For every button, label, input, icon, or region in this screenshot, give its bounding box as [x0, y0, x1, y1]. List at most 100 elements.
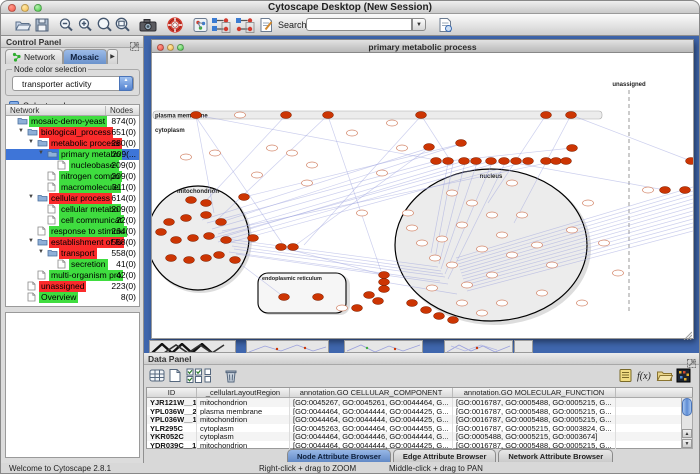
tab-network[interactable]: Network — [5, 49, 63, 64]
network-node[interactable] — [364, 292, 375, 299]
attribute-table-icon[interactable] — [149, 368, 166, 385]
network-node[interactable] — [459, 158, 470, 165]
network-node[interactable] — [166, 255, 177, 262]
network-node-unfilled[interactable] — [307, 162, 318, 168]
tree-item-response-to-stimulu[interactable]: response to stimulu264(0) — [6, 226, 139, 237]
disclosure-triangle-icon[interactable]: ▼ — [38, 249, 44, 255]
network-node[interactable] — [379, 279, 390, 286]
network-node[interactable] — [191, 112, 202, 119]
search-options-dropdown[interactable]: ▼ — [412, 18, 426, 31]
network-node-unfilled[interactable] — [567, 227, 578, 233]
network-node[interactable] — [279, 294, 290, 301]
network-node-unfilled[interactable] — [487, 272, 498, 278]
network-node-unfilled[interactable] — [210, 150, 221, 156]
network-node[interactable] — [541, 158, 552, 165]
network-node[interactable] — [434, 313, 445, 320]
tab-node-attribute-browser[interactable]: Node Attribute Browser — [287, 449, 391, 462]
col-cellular-component[interactable]: annotation.GO CELLULAR_COMPONENT — [290, 388, 453, 397]
disclosure-triangle-icon[interactable]: ▼ — [28, 194, 34, 200]
tree-item-multi-organism-pro[interactable]: multi-organism pro42(0) — [6, 270, 139, 281]
network-node-unfilled[interactable] — [613, 270, 624, 276]
network-canvas[interactable]: plasma membrane cytoplasm mitochondrion … — [152, 53, 693, 337]
minimized-window-fragment[interactable] — [444, 340, 513, 353]
minimized-window-fragment[interactable] — [344, 340, 423, 353]
network-edge[interactable] — [196, 115, 436, 160]
col-region[interactable]: _cellularLayoutRegion — [197, 388, 290, 397]
network-node-unfilled[interactable] — [577, 300, 588, 306]
tree-item-cell-communicat[interactable]: cell communicat22(0) — [6, 215, 139, 226]
tree-item-nitrogen-compo[interactable]: nitrogen compo209(0) — [6, 171, 139, 182]
tab-edge-attribute-browser[interactable]: Edge Attribute Browser — [393, 449, 496, 462]
network-node-unfilled[interactable] — [397, 145, 408, 151]
network-node-unfilled[interactable] — [477, 310, 488, 316]
attribute-dropdown[interactable]: transporter activity ▲▼ — [12, 76, 134, 91]
minimized-window-fragment[interactable] — [149, 340, 236, 353]
network-node[interactable] — [276, 244, 287, 251]
scrollbar-thumb[interactable] — [682, 398, 692, 416]
tree-item-secretion[interactable]: secretion41(0) — [6, 259, 139, 270]
tree-item-nucleobase-[interactable]: nucleobase-209(0) — [6, 160, 139, 171]
network-node[interactable] — [431, 158, 442, 165]
network-node[interactable] — [248, 235, 259, 242]
zoom-selected-icon[interactable] — [114, 17, 131, 33]
network-node-unfilled[interactable] — [427, 285, 438, 291]
network-node-unfilled[interactable] — [532, 242, 543, 248]
network-node-unfilled[interactable] — [437, 236, 448, 242]
network-node[interactable] — [164, 219, 175, 226]
network-node[interactable] — [660, 187, 671, 194]
select-attributes-icon[interactable] — [186, 368, 203, 385]
open-folder-icon[interactable] — [14, 17, 31, 33]
network-edge[interactable] — [328, 116, 382, 274]
network-node[interactable] — [680, 187, 691, 194]
scroll-up-button[interactable]: ▲ — [682, 429, 692, 438]
network-node[interactable] — [281, 112, 292, 119]
scroll-down-button[interactable]: ▼ — [682, 439, 692, 448]
disclosure-triangle-icon[interactable]: ▼ — [28, 139, 34, 145]
network-node-unfilled[interactable] — [507, 180, 518, 186]
network-node-unfilled[interactable] — [599, 240, 610, 246]
tree-item-primary-metabo[interactable]: ▼primary metabo209(... — [6, 149, 139, 160]
network-node[interactable] — [471, 158, 482, 165]
network-node[interactable] — [566, 112, 577, 119]
network-node[interactable] — [230, 257, 241, 264]
network-node-unfilled[interactable] — [487, 212, 498, 218]
attribute-batch-editor-icon[interactable] — [618, 368, 635, 385]
network-node-unfilled[interactable] — [287, 150, 298, 156]
minimized-window-fragment[interactable] — [514, 340, 533, 353]
tree-item-transport[interactable]: ▼transport558(0) — [6, 248, 139, 259]
network-node-unfilled[interactable] — [447, 262, 458, 268]
network-node-unfilled[interactable] — [417, 240, 428, 246]
network-node[interactable] — [523, 158, 534, 165]
network-node[interactable] — [486, 158, 497, 165]
import-attributes-folder-icon[interactable] — [656, 368, 673, 385]
table-row[interactable]: YJR121W__1mitochondrion[GO:0045267, GO:0… — [147, 398, 692, 407]
network-node[interactable] — [216, 219, 227, 226]
network-node[interactable] — [567, 145, 578, 152]
network-node[interactable] — [511, 158, 522, 165]
network-node-unfilled[interactable] — [467, 200, 478, 206]
network-overview-icon[interactable] — [193, 17, 210, 33]
network-node[interactable] — [221, 237, 232, 244]
network-node[interactable] — [204, 233, 215, 240]
col-id[interactable]: ID — [147, 388, 197, 397]
network-node[interactable] — [171, 237, 182, 244]
delete-attribute-trash-icon[interactable] — [224, 368, 241, 385]
network-node[interactable] — [499, 158, 510, 165]
table-row[interactable]: YLR295Ccytoplasm[GO:0045263, GO:0044464,… — [147, 424, 692, 433]
network-node-unfilled[interactable] — [181, 154, 192, 160]
network-node-unfilled[interactable] — [457, 300, 468, 306]
network-view-window[interactable]: primary metabolic process plasma membran… — [151, 39, 694, 339]
network-node[interactable] — [156, 229, 167, 236]
network-node[interactable] — [448, 317, 459, 324]
network-edge[interactable] — [207, 161, 436, 223]
network-node[interactable] — [379, 286, 390, 293]
table-row[interactable]: YKR052Ccytoplasm[GO:0044464, GO:0044446,… — [147, 432, 692, 441]
tree-item-cellular-metabo[interactable]: cellular metabo209(0) — [6, 204, 139, 215]
tree-item-metabolic-process[interactable]: ▼metabolic process280(0) — [6, 138, 139, 149]
network-edge[interactable] — [571, 115, 691, 161]
tree-item-cellular-process[interactable]: ▼cellular process614(0) — [6, 193, 139, 204]
zoom-fit-icon[interactable] — [96, 17, 113, 33]
table-row[interactable]: YPL036W__1mitochondrion[GO:0044464, GO:0… — [147, 415, 692, 424]
network-node[interactable] — [188, 235, 199, 242]
network-node-unfilled[interactable] — [357, 210, 368, 216]
